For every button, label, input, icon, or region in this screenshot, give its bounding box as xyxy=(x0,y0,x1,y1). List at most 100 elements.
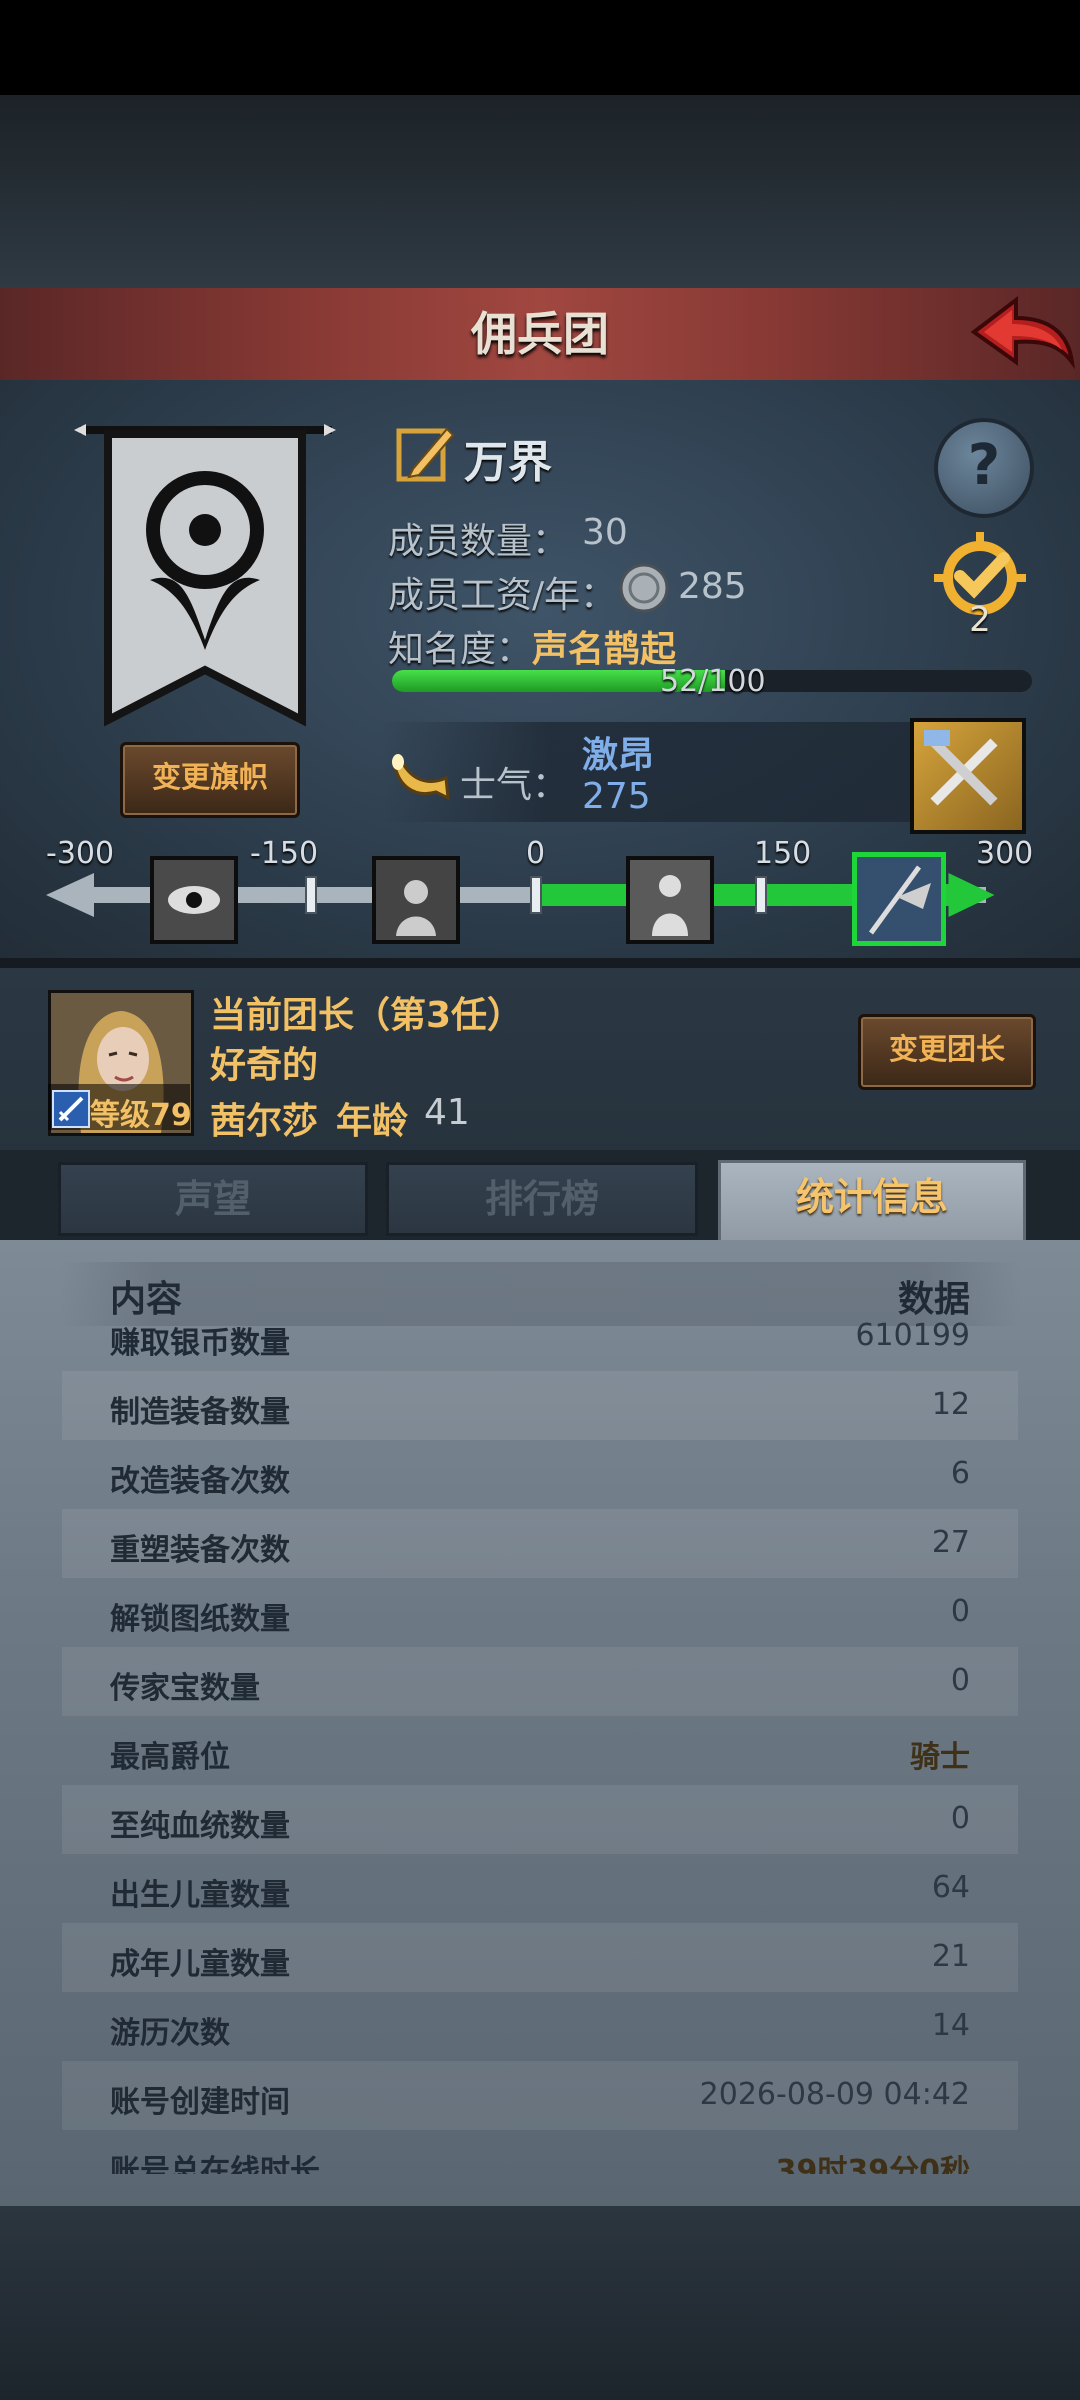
morale-level-eye[interactable] xyxy=(150,856,238,944)
salary-value: 285 xyxy=(678,566,747,607)
row-value: 0 xyxy=(950,1663,970,1698)
members-value: 30 xyxy=(582,512,628,553)
sword-icon xyxy=(52,1090,90,1128)
row-label: 账号创建时间 xyxy=(110,2085,290,2120)
status-bar-area xyxy=(0,0,1080,95)
row-value: 2026-08-09 04:42 xyxy=(699,2077,970,2112)
guild-name: 万界 xyxy=(464,437,552,488)
morale-level-excited[interactable] xyxy=(852,852,946,946)
section-divider xyxy=(0,958,1080,968)
row-value: 610199 xyxy=(855,1322,970,1353)
back-arrow-icon xyxy=(970,295,1075,370)
statistics-list[interactable]: 赚取银币数量 610199 制造装备数量 12 改造装备次数 6 重塑装备次数 27 解… xyxy=(62,1322,1018,2174)
morale-value: 275 xyxy=(582,776,651,817)
page-title: 佣兵团 xyxy=(471,307,609,361)
leader-name: 茜尔莎 xyxy=(210,1101,319,1142)
row-label: 传家宝数量 xyxy=(110,1671,260,1706)
row-value: 27 xyxy=(931,1525,970,1560)
fame-progress-text: 52/100 xyxy=(660,664,766,699)
row-label: 制造装备数量 xyxy=(110,1395,290,1430)
tick-label: -300 xyxy=(46,836,115,871)
scale-right-arrow xyxy=(948,873,995,917)
table-row: 最高爵位 骑士 xyxy=(62,1716,1018,1785)
leader-level: 等级79 xyxy=(90,1098,192,1133)
table-row: 账号总在线时长 39时39分0秒 xyxy=(62,2130,1018,2174)
help-icon: ? xyxy=(967,433,1001,498)
row-label: 成年儿童数量 xyxy=(110,1947,290,1982)
bottom-backdrop xyxy=(0,2206,1080,2400)
row-value: 12 xyxy=(931,1387,970,1422)
row-label: 出生儿童数量 xyxy=(110,1878,290,1913)
row-label: 最高爵位 xyxy=(110,1740,230,1775)
row-value: 14 xyxy=(931,2008,970,2043)
tab-leaderboard[interactable]: 排行榜 xyxy=(386,1162,698,1236)
morale-card-icon xyxy=(924,730,998,806)
row-label: 解锁图纸数量 xyxy=(110,1602,290,1637)
quill-icon xyxy=(396,427,455,482)
despair-icon xyxy=(376,860,456,940)
leader-title: 当前团长（第3任） xyxy=(210,995,524,1036)
leader-age-label: 年龄 xyxy=(336,1101,409,1142)
row-label: 赚取银币数量 xyxy=(110,1326,290,1361)
morale-level-calm[interactable] xyxy=(626,856,714,944)
row-label: 至纯血统数量 xyxy=(110,1809,290,1844)
back-button[interactable] xyxy=(968,292,1078,376)
tab-reputation[interactable]: 声望 xyxy=(58,1162,368,1236)
row-value: 骑士 xyxy=(910,1740,970,1775)
tick-label: 0 xyxy=(526,836,546,871)
row-value: 0 xyxy=(950,1801,970,1836)
table-row: 赚取银币数量 610199 xyxy=(62,1322,1018,1371)
column-header-data: 数据 xyxy=(897,1279,970,1320)
change-banner-button[interactable]: 变更旗帜 xyxy=(120,742,300,818)
scale-tick xyxy=(305,876,317,914)
scale-tick xyxy=(755,876,767,914)
column-header-content: 内容 xyxy=(110,1279,183,1320)
eye-icon xyxy=(154,860,234,940)
fame-label: 知名度： xyxy=(388,629,533,670)
table-row: 成年儿童数量 21 xyxy=(62,1923,1018,1992)
row-label: 改造装备次数 xyxy=(110,1464,290,1499)
top-backdrop xyxy=(0,95,1080,288)
fame-value: 声名鹊起 xyxy=(532,629,677,670)
silver-coin-icon xyxy=(618,562,670,614)
row-value: 39时39分0秒 xyxy=(775,2154,970,2174)
leader-trait: 好奇的 xyxy=(210,1045,319,1086)
table-row: 改造装备次数 6 xyxy=(62,1440,1018,1509)
table-row: 出生儿童数量 64 xyxy=(62,1854,1018,1923)
battle-flag-icon xyxy=(857,857,941,941)
row-value: 64 xyxy=(931,1870,970,1905)
members-label: 成员数量： xyxy=(388,521,569,562)
edit-name-button[interactable] xyxy=(395,423,457,485)
morale-state: 激昂 xyxy=(582,735,655,776)
row-value: 6 xyxy=(950,1456,970,1491)
tick-label: 300 xyxy=(976,836,1034,871)
morale-label: 士气： xyxy=(460,765,569,806)
row-label: 账号总在线时长 xyxy=(110,2154,320,2174)
table-row: 至纯血统数量 0 xyxy=(62,1785,1018,1854)
scale-tick xyxy=(530,876,542,914)
row-label: 游历次数 xyxy=(110,2016,230,2051)
morale-effect-card[interactable] xyxy=(910,718,1026,834)
salary-label: 成员工资/年： xyxy=(388,575,617,616)
guild-banner[interactable] xyxy=(70,420,340,735)
horn-icon xyxy=(388,742,454,808)
table-row: 账号创建时间 2026-08-09 04:42 xyxy=(62,2061,1018,2130)
morale-level-despair[interactable] xyxy=(372,856,460,944)
table-row: 游历次数 14 xyxy=(62,1992,1018,2061)
tick-label: 150 xyxy=(754,836,812,871)
row-label: 重塑装备次数 xyxy=(110,1533,290,1568)
change-leader-button[interactable]: 变更团长 xyxy=(858,1014,1036,1090)
help-button[interactable]: ? xyxy=(934,418,1034,518)
table-row: 传家宝数量 0 xyxy=(62,1647,1018,1716)
leader-age: 41 xyxy=(424,1092,470,1133)
rank-number: 2 xyxy=(969,600,991,640)
table-row: 解锁图纸数量 0 xyxy=(62,1578,1018,1647)
tab-statistics[interactable]: 统计信息 xyxy=(718,1160,1026,1248)
row-value: 0 xyxy=(950,1594,970,1629)
table-row: 制造装备数量 12 xyxy=(62,1371,1018,1440)
calm-figure-icon xyxy=(630,860,710,940)
table-row: 重塑装备次数 27 xyxy=(62,1509,1018,1578)
banner-emblem-icon xyxy=(74,424,336,727)
row-value: 21 xyxy=(931,1939,970,1974)
tick-label: -150 xyxy=(250,836,319,871)
